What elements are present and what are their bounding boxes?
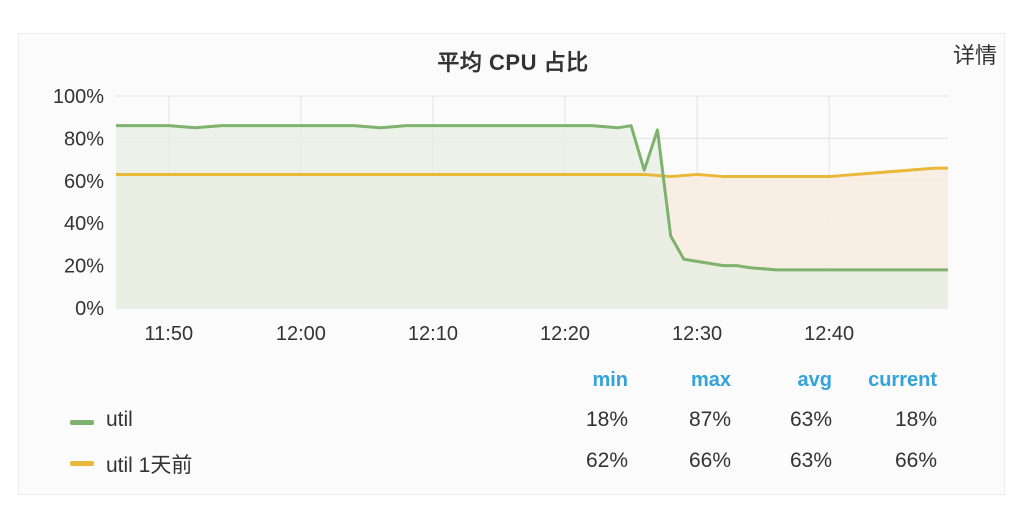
legend-header-max[interactable]: max — [651, 369, 731, 392]
legend-header-avg[interactable]: avg — [752, 369, 832, 392]
legend-value-min: 62% — [585, 449, 628, 472]
legend-header-current[interactable]: current — [837, 369, 937, 392]
x-tick-label: 12:30 — [672, 323, 722, 345]
y-tick-label: 80% — [64, 128, 104, 150]
x-tick-label: 12:10 — [408, 323, 458, 345]
legend-value-avg: 63% — [789, 408, 832, 431]
legend-value-current: 66% — [894, 449, 937, 472]
legend-header-min[interactable]: min — [548, 369, 628, 392]
legend-swatch-util — [70, 420, 94, 425]
x-tick-label: 12:20 — [540, 323, 590, 345]
legend-row-util-1-day-ago[interactable]: util 1天前 62% 66% 63% 66% — [0, 448, 1034, 478]
y-tick-label: 100% — [53, 86, 104, 108]
legend-value-max: 87% — [688, 408, 731, 431]
legend-series-name[interactable]: util — [106, 408, 133, 432]
y-tick-label: 40% — [64, 213, 104, 235]
legend-value-current: 18% — [894, 408, 937, 431]
legend-value-min: 18% — [585, 408, 628, 431]
legend-swatch-util-1-day-ago — [70, 461, 94, 466]
legend-value-max: 66% — [688, 449, 731, 472]
legend-value-avg: 63% — [789, 449, 832, 472]
x-tick-label: 11:50 — [145, 323, 194, 345]
y-tick-label: 0% — [75, 298, 104, 320]
x-tick-label: 12:00 — [276, 323, 326, 345]
legend-row-util[interactable]: util 18% 87% 63% 18% — [0, 407, 1034, 437]
y-tick-label: 20% — [64, 256, 104, 278]
x-tick-label: 12:40 — [804, 323, 854, 345]
y-tick-label: 60% — [64, 171, 104, 193]
legend-series-name[interactable]: util 1天前 — [106, 449, 192, 479]
